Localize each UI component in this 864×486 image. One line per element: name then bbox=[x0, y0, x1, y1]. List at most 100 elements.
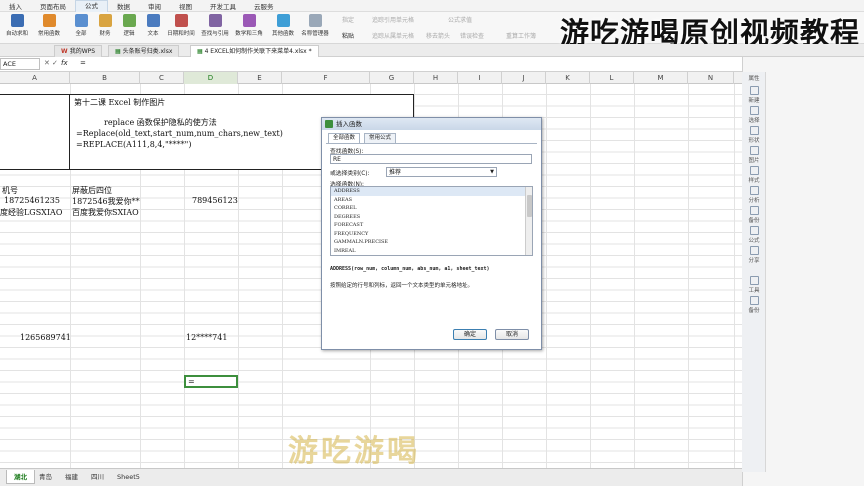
name-manager-button[interactable]: 名称管理器 bbox=[300, 14, 330, 42]
remove-arrows[interactable]: 移去箭头 bbox=[426, 31, 450, 40]
function-search-input[interactable]: RE bbox=[330, 154, 532, 164]
sidebar-share[interactable]: 分享 bbox=[744, 246, 764, 264]
recalculate-workbook[interactable]: 重算工作簿 bbox=[506, 31, 536, 40]
app-icon bbox=[325, 120, 333, 128]
name-box[interactable]: ACE bbox=[0, 58, 40, 70]
column-header-b[interactable]: B bbox=[70, 72, 140, 84]
sheet-tab-sichuan[interactable]: 四川 bbox=[84, 470, 111, 484]
cell-b-row1[interactable]: 1872546我爱你** bbox=[72, 196, 140, 207]
cell-d-row3[interactable]: 12****741 bbox=[186, 333, 227, 342]
cell-a-row1[interactable]: 18725461235 bbox=[4, 196, 60, 205]
list-item[interactable]: IMREAL bbox=[331, 247, 532, 256]
menu-data[interactable]: 数据 bbox=[108, 1, 139, 11]
sidebar-backup-2[interactable]: 备份 bbox=[744, 296, 764, 314]
date-time-button[interactable]: 日期和时间 bbox=[166, 14, 196, 42]
column-header-i[interactable]: I bbox=[458, 72, 502, 84]
sidebar-properties[interactable]: 属性 bbox=[744, 74, 764, 82]
menu-formulas[interactable]: 公式 bbox=[75, 0, 108, 12]
list-item[interactable]: ADDRESS bbox=[331, 187, 532, 196]
menu-view[interactable]: 视图 bbox=[170, 1, 201, 11]
function-list[interactable]: ADDRESS AREAS CORREL DEGREES FORECAST FR… bbox=[330, 186, 533, 256]
autosum-button[interactable]: 自动求和 bbox=[2, 14, 32, 42]
paste-button[interactable]: 粘贴 bbox=[342, 31, 354, 40]
trace-dependents[interactable]: 追踪从属单元格 bbox=[372, 31, 414, 40]
sidebar-picture[interactable]: 图片 bbox=[744, 146, 764, 164]
dialog-title-bar[interactable]: 插入函数 bbox=[322, 118, 541, 130]
ok-button[interactable]: 确定 bbox=[453, 329, 487, 340]
formula-input[interactable]: = bbox=[80, 59, 86, 67]
sidebar-tools[interactable]: 工具 bbox=[744, 276, 764, 294]
list-item[interactable]: AREAS bbox=[331, 196, 532, 205]
list-item[interactable]: FREQUENCY bbox=[331, 230, 532, 239]
cell-replace-example[interactable]: =REPLACE(A111,8,4,"****") bbox=[76, 140, 191, 149]
tab-common-formulas[interactable]: 常用公式 bbox=[364, 133, 397, 143]
column-header-h[interactable]: H bbox=[414, 72, 458, 84]
list-scrollbar[interactable] bbox=[525, 187, 532, 255]
shape-icon bbox=[749, 126, 759, 135]
scrollbar-thumb[interactable] bbox=[527, 195, 532, 217]
sheet-tab-hubei[interactable]: 湖北 bbox=[6, 470, 35, 484]
sidebar-select[interactable]: 选择 bbox=[744, 106, 764, 124]
sidebar-shape[interactable]: 形状 bbox=[744, 126, 764, 144]
column-header-f[interactable]: F bbox=[282, 72, 370, 84]
cancel-icon[interactable]: ✕ bbox=[44, 59, 50, 67]
cell-a-row2[interactable]: 度经验LGSXIAO bbox=[0, 207, 62, 218]
common-functions-button[interactable]: 常用函数 bbox=[34, 14, 64, 42]
confirm-icon[interactable]: ✓ bbox=[52, 59, 58, 67]
sidebar-backup-1[interactable]: 备份 bbox=[744, 206, 764, 224]
lookup-reference-button[interactable]: 查找与引用 bbox=[200, 14, 230, 42]
column-header-a[interactable]: A bbox=[0, 72, 70, 84]
sheet-tabs: 湖北 青岛 福建 四川 Sheet5 bbox=[0, 468, 742, 486]
sheet-tab-qingdao[interactable]: 青岛 bbox=[32, 470, 59, 484]
column-header-d[interactable]: D bbox=[184, 72, 238, 84]
doc-tab-headline[interactable]: ▦ 头条账号归类.xlsx bbox=[108, 45, 180, 57]
text-functions-button[interactable]: 文本 bbox=[138, 14, 168, 42]
column-header-g[interactable]: G bbox=[370, 72, 414, 84]
fx-icon[interactable]: fx bbox=[61, 59, 68, 67]
math-trig-button[interactable]: 数学和三角 bbox=[234, 14, 264, 42]
cell-replace-syntax[interactable]: =Replace(old_text,start_num,num_chars,ne… bbox=[76, 129, 283, 138]
cancel-button[interactable]: 取消 bbox=[495, 329, 529, 340]
sidebar-new[interactable]: 新建 bbox=[744, 86, 764, 104]
error-checking[interactable]: 错误检查 bbox=[460, 31, 484, 40]
cell-replace-intro[interactable]: replace 函数保护隐私的使方法 bbox=[104, 117, 217, 128]
sidebar-formula[interactable]: 公式 bbox=[744, 226, 764, 244]
cell-lesson-title[interactable]: 第十二课 Excel 制作图片 bbox=[74, 97, 165, 108]
sheet-tab-sheet5[interactable]: Sheet5 bbox=[110, 470, 147, 484]
category-select[interactable]: 推荐 ▼ bbox=[386, 167, 497, 177]
cell-a-header[interactable]: 机号 bbox=[2, 185, 18, 196]
list-item[interactable]: CORREL bbox=[331, 204, 532, 213]
cell-b-row2[interactable]: 百度我爱你SXIAO bbox=[72, 207, 139, 218]
cell-d-row1[interactable]: 789456123 bbox=[192, 196, 238, 205]
column-header-j[interactable]: J bbox=[502, 72, 546, 84]
other-functions-button[interactable]: 其他函数 bbox=[268, 14, 298, 42]
evaluate-formula[interactable]: 公式求值 bbox=[448, 15, 472, 24]
ribbon-specify[interactable]: 指定 bbox=[342, 15, 354, 24]
cell-b-header[interactable]: 屏蔽后四位 bbox=[72, 185, 112, 196]
active-cell[interactable]: = bbox=[184, 375, 238, 388]
menu-cloud[interactable]: 云服务 bbox=[245, 1, 283, 11]
menu-review[interactable]: 审阅 bbox=[139, 1, 170, 11]
sidebar-style[interactable]: 样式 bbox=[744, 166, 764, 184]
menu-insert[interactable]: 插入 bbox=[0, 1, 31, 11]
sidebar-analysis[interactable]: 分析 bbox=[744, 186, 764, 204]
list-item[interactable]: GAMMALN.PRECISE bbox=[331, 238, 532, 247]
column-header-c[interactable]: C bbox=[140, 72, 184, 84]
list-item[interactable]: FORECAST bbox=[331, 221, 532, 230]
menu-page-layout[interactable]: 页面布局 bbox=[31, 1, 75, 11]
tab-all-functions[interactable]: 全部函数 bbox=[328, 133, 361, 143]
logic-icon bbox=[122, 14, 136, 27]
doc-tab-active[interactable]: ▦ 4 EXCEL如何制作关联下来菜单4.xlsx * bbox=[190, 45, 319, 57]
cell-a-row3[interactable]: 1265689741 bbox=[20, 333, 71, 342]
column-header-m[interactable]: M bbox=[634, 72, 688, 84]
list-item[interactable]: DEGREES bbox=[331, 213, 532, 222]
watermark: 游吃游喝 bbox=[288, 434, 420, 469]
column-header-k[interactable]: K bbox=[546, 72, 590, 84]
doc-tab-my-wps[interactable]: W 我的WPS bbox=[54, 45, 103, 57]
menu-developer[interactable]: 开发工具 bbox=[201, 1, 245, 11]
sheet-tab-fujian[interactable]: 福建 bbox=[58, 470, 85, 484]
column-header-e[interactable]: E bbox=[238, 72, 282, 84]
trace-precedents[interactable]: 追踪引用单元格 bbox=[372, 15, 414, 24]
column-header-n[interactable]: N bbox=[688, 72, 734, 84]
column-header-l[interactable]: L bbox=[590, 72, 634, 84]
